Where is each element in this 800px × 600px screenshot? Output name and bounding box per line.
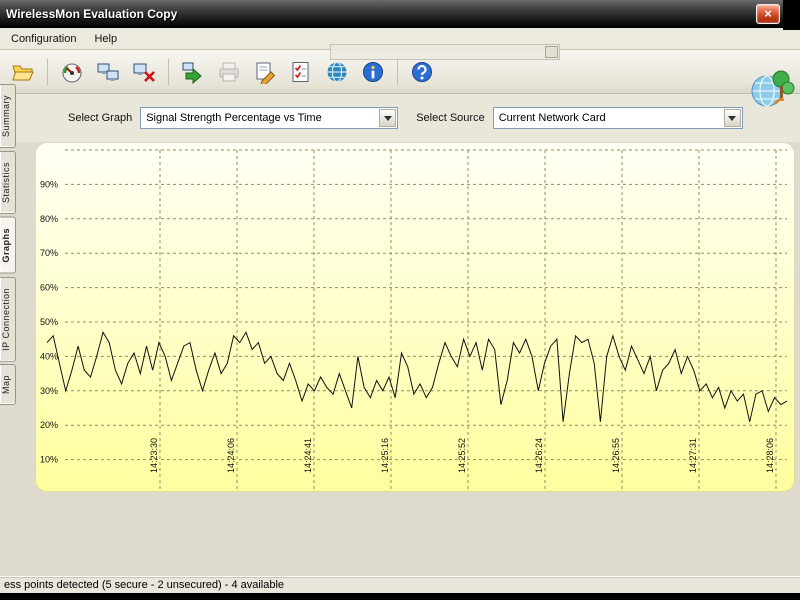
open-file-icon [11,60,35,84]
toolbar-separator [168,59,169,85]
gauge-button[interactable] [57,56,87,88]
select-source-combobox[interactable]: Current Network Card [493,107,743,129]
signal-graph-panel: 90% 80% 70% 60% 50% 40% 30% 20% 10% 14:23:30 14:24… [35,142,795,492]
open-file-button[interactable] [8,56,38,88]
select-source-value: Current Network Card [499,112,606,124]
svg-text:60%: 60% [40,283,58,293]
sign-document-button[interactable] [250,56,280,88]
svg-text:50%: 50% [40,317,58,327]
start-monitor-button[interactable] [178,56,208,88]
svg-text:14:26:24: 14:26:24 [534,438,544,473]
svg-text:30%: 30% [40,386,58,396]
combo-arrow-button[interactable] [379,109,396,127]
gauge-icon [60,60,84,84]
screenshot-crop-notch [783,0,800,30]
status-text: ess points detected (5 secure - 2 unsecu… [4,579,284,591]
network-computers-icon [96,60,120,84]
app-window: WirelessMon Evaluation Copy × Configurat… [0,0,800,593]
window-title: WirelessMon Evaluation Copy [6,7,177,21]
select-source-label: Select Source [416,112,484,124]
help-button[interactable] [407,56,437,88]
svg-text:14:27:31: 14:27:31 [688,438,698,473]
passmark-logo [747,64,795,112]
svg-text:14:26:55: 14:26:55 [611,438,621,473]
print-button[interactable] [214,56,244,88]
svg-text:40%: 40% [40,351,58,361]
toolbar-separator [397,59,398,85]
svg-text:14:24:41: 14:24:41 [303,438,313,473]
window-render-artifact [330,44,560,60]
tab-statistics[interactable]: Statistics [0,151,16,214]
print-icon [217,60,241,84]
svg-text:14:25:52: 14:25:52 [457,438,467,473]
menu-help[interactable]: Help [85,30,126,48]
tab-ip-connection[interactable]: IP Connection [0,277,16,362]
checklist-icon [289,60,313,84]
main-content: Select Graph Signal Strength Percentage … [0,94,800,576]
checklist-button[interactable] [286,56,316,88]
svg-text:80%: 80% [40,214,58,224]
svg-text:10%: 10% [40,455,58,465]
combo-arrow-button[interactable] [724,109,741,127]
close-button[interactable]: × [756,4,780,24]
signal-strength-chart: 90% 80% 70% 60% 50% 40% 30% 20% 10% 14:23:30 14:24… [35,142,795,492]
selector-row: Select Graph Signal Strength Percentage … [0,94,800,142]
select-graph-value: Signal Strength Percentage vs Time [146,112,321,124]
select-graph-combobox[interactable]: Signal Strength Percentage vs Time [140,107,398,129]
title-bar: WirelessMon Evaluation Copy [0,0,800,28]
side-tab-strip: Summary Statistics Graphs IP Connection … [0,84,17,408]
svg-text:14:25:16: 14:25:16 [380,438,390,473]
tab-map[interactable]: Map [0,364,16,405]
artifact-dropdown-fragment [545,46,558,58]
svg-text:14:24:06: 14:24:06 [226,438,236,473]
tab-graphs[interactable]: Graphs [0,217,16,274]
network-disconnect-icon [132,60,156,84]
start-monitor-icon [181,60,205,84]
select-graph-label: Select Graph [68,112,132,124]
chevron-down-icon [384,116,392,121]
tab-summary[interactable]: Summary [0,84,16,148]
svg-text:90%: 90% [40,179,58,189]
info-icon [361,60,385,84]
info-button[interactable] [358,56,388,88]
svg-text:14:23:30: 14:23:30 [149,438,159,473]
svg-text:20%: 20% [40,420,58,430]
network-disconnect-button[interactable] [129,56,159,88]
chevron-down-icon [728,116,736,121]
network-computers-button[interactable] [93,56,123,88]
status-bar: ess points detected (5 secure - 2 unsecu… [0,576,800,593]
svg-text:14:28:06: 14:28:06 [765,438,775,473]
menu-configuration[interactable]: Configuration [2,30,85,48]
web-globe-button[interactable] [322,56,352,88]
web-globe-icon [325,60,349,84]
sign-document-icon [253,60,277,84]
help-icon [410,60,434,84]
svg-text:70%: 70% [40,248,58,258]
toolbar-separator [47,59,48,85]
